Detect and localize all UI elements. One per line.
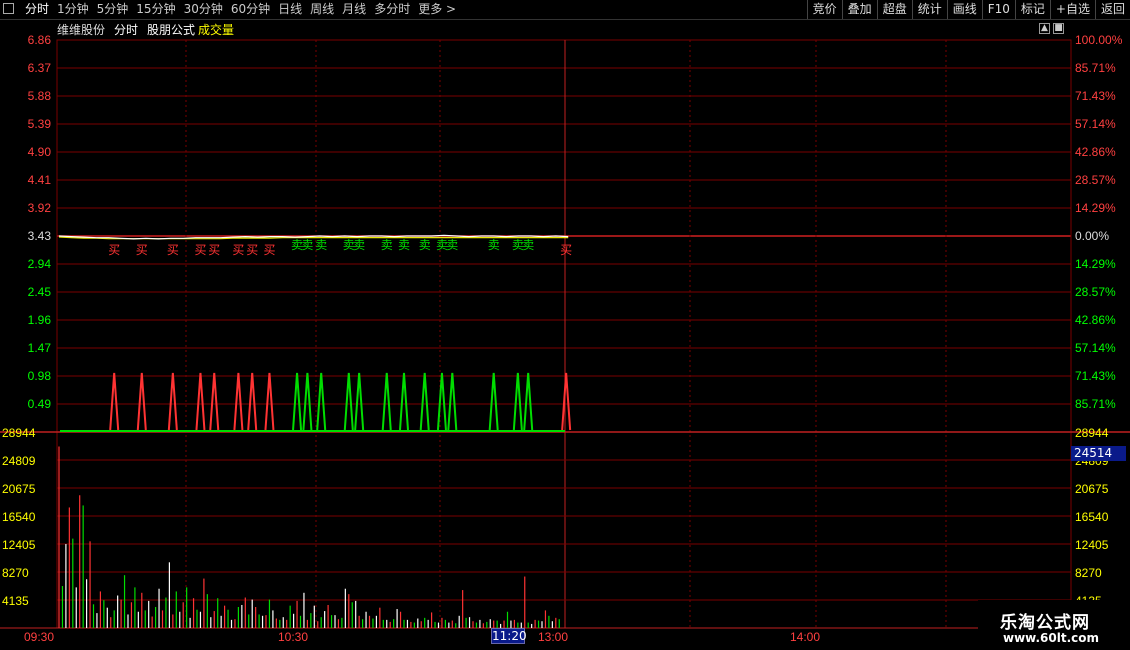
sell-signal-spike bbox=[292, 372, 303, 431]
volume-axis-label-right: 16540 bbox=[1075, 510, 1109, 524]
sell-signal-spike bbox=[354, 372, 365, 431]
price-axis-label: 5.88 bbox=[28, 89, 52, 103]
sell-signal-label: 卖 bbox=[488, 238, 500, 252]
time-axis-label: 10:30 bbox=[278, 630, 308, 644]
volume-axis-label: 20675 bbox=[2, 482, 36, 496]
buy-signal-label: 买 bbox=[263, 243, 275, 257]
percent-axis-label: 100.00% bbox=[1075, 33, 1123, 47]
sell-signal-spike bbox=[523, 372, 534, 431]
percent-axis-label: 42.86% bbox=[1075, 145, 1116, 159]
percent-axis-label: 0.00% bbox=[1075, 229, 1109, 243]
sell-signal-spike bbox=[447, 372, 458, 431]
percent-axis-label: 71.43% bbox=[1075, 369, 1116, 383]
buy-signal-spike bbox=[233, 372, 244, 431]
price-axis-label: 3.43 bbox=[28, 229, 52, 243]
price-axis-label: 6.86 bbox=[28, 33, 52, 47]
sell-signal-spike bbox=[381, 372, 392, 431]
buy-signal-spike bbox=[264, 372, 275, 431]
volume-axis-label-right: 12405 bbox=[1075, 538, 1109, 552]
price-axis-label: 1.47 bbox=[28, 341, 52, 355]
volume-axis-label: 24809 bbox=[2, 454, 36, 468]
buy-signal-spike bbox=[109, 372, 120, 431]
sell-signal-spike bbox=[316, 372, 327, 431]
percent-axis-label: 14.29% bbox=[1075, 257, 1116, 271]
percent-axis-label: 42.86% bbox=[1075, 313, 1116, 327]
buy-signal-label: 买 bbox=[232, 243, 244, 257]
price-axis-label: 5.39 bbox=[28, 117, 52, 131]
price-axis-label: 1.96 bbox=[28, 313, 52, 327]
sell-signal-label: 卖 bbox=[446, 238, 458, 252]
sell-signal-label: 卖 bbox=[398, 238, 410, 252]
price-axis-label: 4.41 bbox=[28, 173, 52, 187]
buy-signal-spike bbox=[209, 372, 220, 431]
sell-signal-spike bbox=[512, 372, 523, 431]
price-axis-label: 6.37 bbox=[28, 61, 52, 75]
buy-signal-label: 买 bbox=[167, 243, 179, 257]
buy-signal-spike bbox=[561, 372, 572, 431]
sell-signal-spike bbox=[302, 372, 313, 431]
buy-signal-label: 买 bbox=[208, 243, 220, 257]
sell-signal-spike bbox=[436, 372, 447, 431]
watermark-url: www.60lt.com bbox=[1003, 631, 1100, 645]
sell-signal-spike bbox=[343, 372, 354, 431]
price-axis-label: 3.92 bbox=[28, 201, 52, 215]
volume-axis-label: 8270 bbox=[2, 566, 29, 580]
sell-signal-label: 卖 bbox=[522, 238, 534, 252]
buy-signal-label: 买 bbox=[194, 243, 206, 257]
sell-signal-label: 卖 bbox=[315, 238, 327, 252]
buy-signal-label: 买 bbox=[246, 243, 258, 257]
percent-axis-label: 57.14% bbox=[1075, 117, 1116, 131]
volume-axis-label: 28944 bbox=[2, 426, 36, 440]
sell-signal-label: 卖 bbox=[301, 238, 313, 252]
price-axis-label: 0.49 bbox=[28, 397, 52, 411]
volume-axis-label: 12405 bbox=[2, 538, 36, 552]
chart-frame bbox=[56, 39, 1072, 629]
buy-signal-label: 买 bbox=[560, 243, 572, 257]
sell-signal-spike bbox=[419, 372, 430, 431]
volume-axis-label-right: 8270 bbox=[1075, 566, 1102, 580]
intraday-chart[interactable]: 6.86 6.37 5.88 5.39 4.90 4.41 3.92 3.43 2.94 2.45… bbox=[0, 0, 1130, 650]
volume-axis-label-right: 20675 bbox=[1075, 482, 1109, 496]
time-axis-label: 09:30 bbox=[24, 630, 54, 644]
buy-signal-spike bbox=[195, 372, 206, 431]
buy-signal-label: 买 bbox=[136, 243, 148, 257]
volume-axis-label: 16540 bbox=[2, 510, 36, 524]
percent-axis-label: 71.43% bbox=[1075, 89, 1116, 103]
buy-signal-spike bbox=[247, 372, 258, 431]
buy-signal-label: 买 bbox=[108, 243, 120, 257]
time-axis-label: 14:00 bbox=[790, 630, 820, 644]
time-axis-label: 13:00 bbox=[538, 630, 568, 644]
sell-signal-spike bbox=[399, 372, 409, 431]
sell-signal-label: 卖 bbox=[353, 238, 365, 252]
volume-axis-label-right: 28944 bbox=[1075, 426, 1109, 440]
percent-axis-label: 28.57% bbox=[1075, 173, 1116, 187]
percent-axis-label: 28.57% bbox=[1075, 285, 1116, 299]
price-axis-label: 4.90 bbox=[28, 145, 52, 159]
percent-axis-label: 85.71% bbox=[1075, 397, 1116, 411]
buy-signal-spike bbox=[167, 372, 178, 431]
sell-signal-spike bbox=[488, 372, 499, 431]
price-axis-label: 0.98 bbox=[28, 369, 52, 383]
current-volume-marker: 24514 bbox=[1071, 446, 1126, 461]
buy-signal-spike bbox=[136, 372, 147, 431]
percent-axis-label: 57.14% bbox=[1075, 341, 1116, 355]
watermark-logo: 乐淘公式网 bbox=[1000, 613, 1090, 633]
percent-axis-label: 85.71% bbox=[1075, 61, 1116, 75]
price-axis-label: 2.94 bbox=[28, 257, 52, 271]
percent-axis-label: 14.29% bbox=[1075, 201, 1116, 215]
time-cursor-label: 11:20 bbox=[491, 628, 527, 644]
volume-axis-label: 4135 bbox=[2, 594, 29, 608]
sell-signal-label: 卖 bbox=[419, 238, 431, 252]
sell-signal-label: 卖 bbox=[381, 238, 393, 252]
price-axis-label: 2.45 bbox=[28, 285, 52, 299]
